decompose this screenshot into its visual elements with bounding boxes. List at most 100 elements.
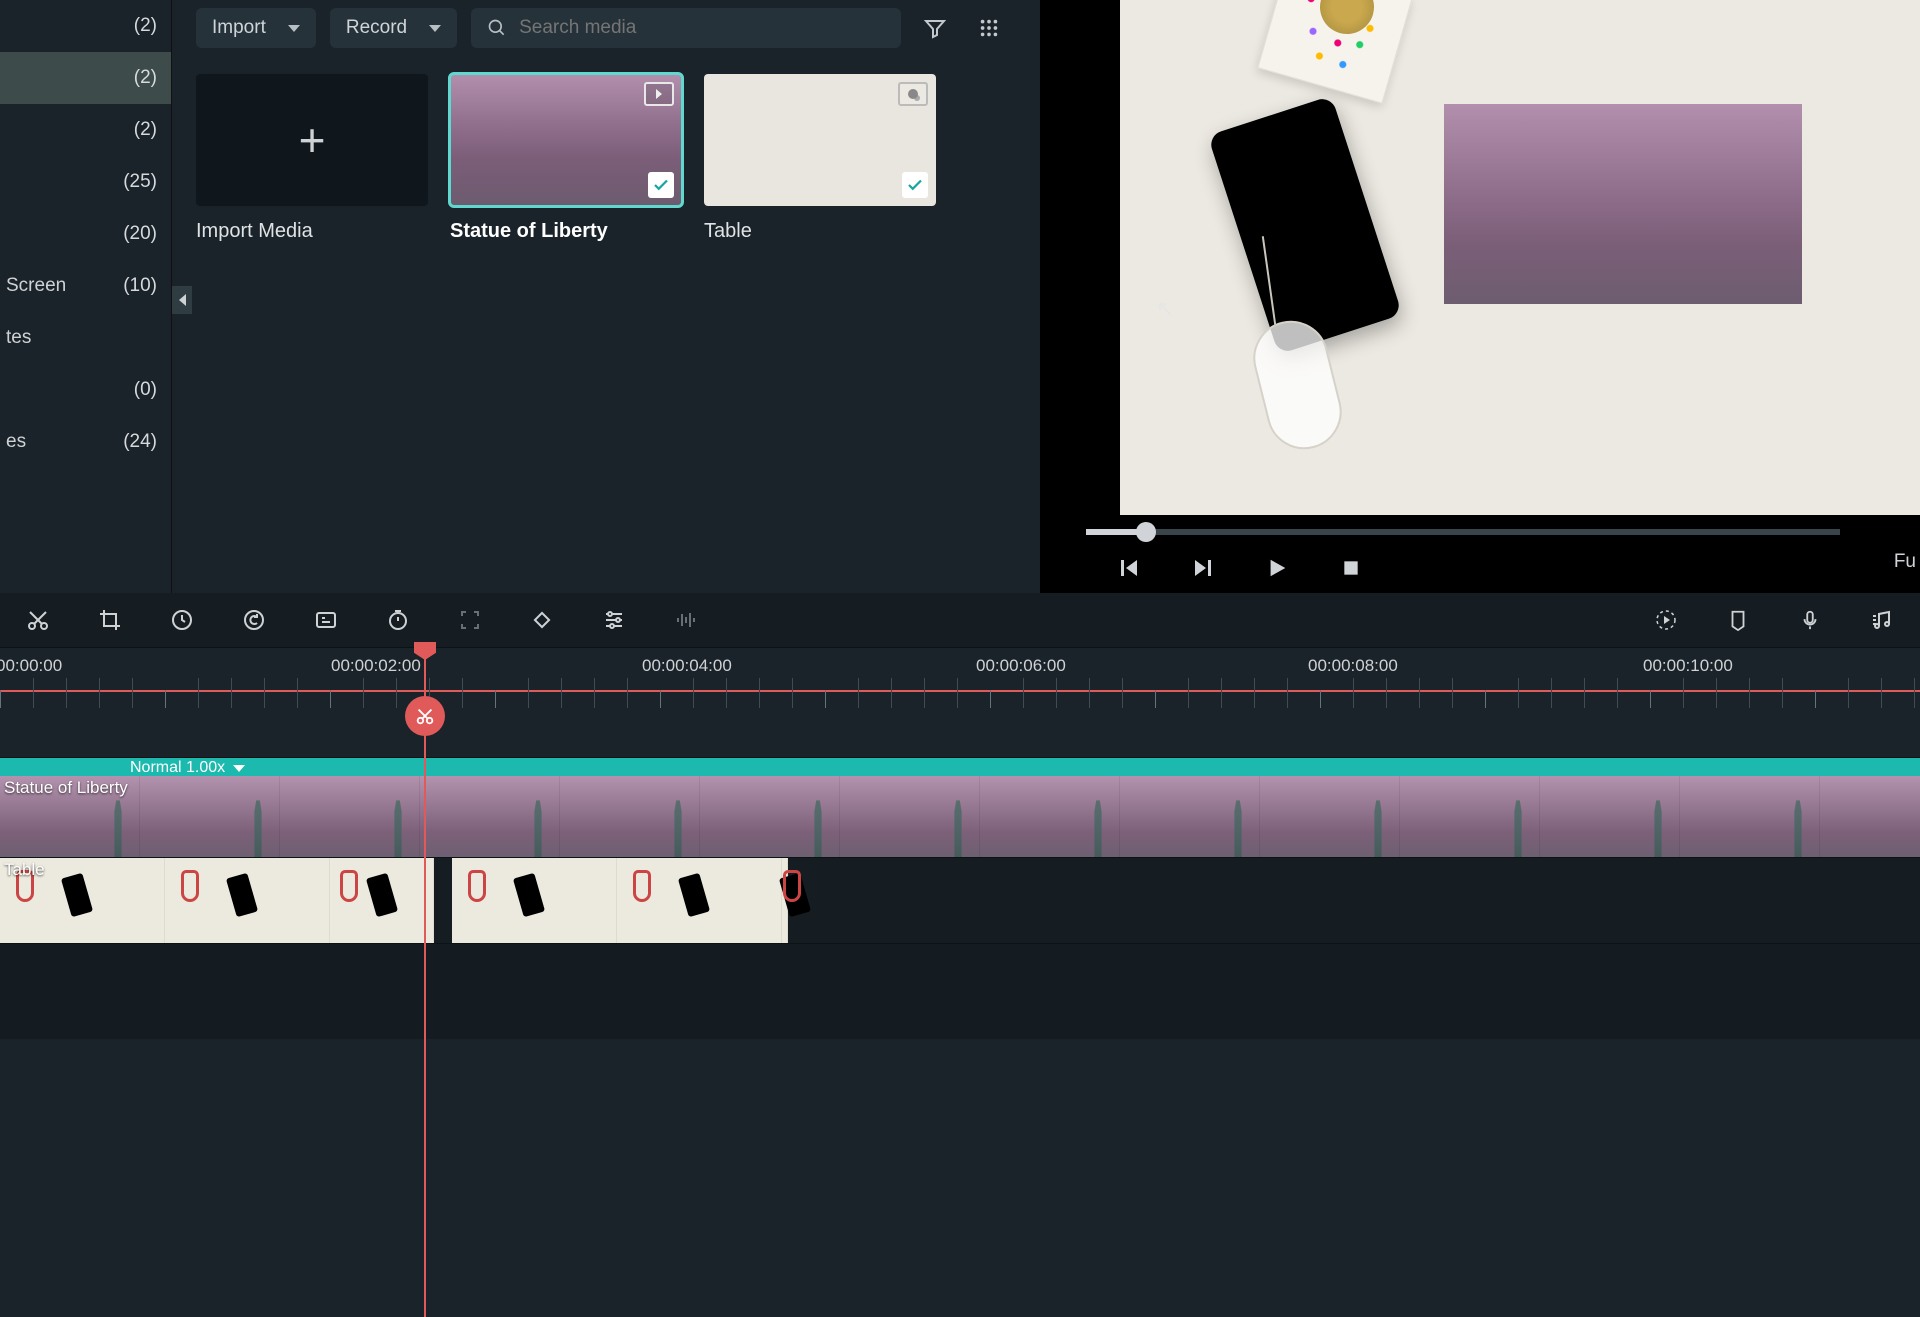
ruler-label: 00:00:02:00: [331, 656, 421, 676]
clip-body-table[interactable]: Table: [0, 858, 1920, 943]
grid-view-button[interactable]: [969, 8, 1009, 48]
timeline-ruler[interactable]: 00:00:00 00:00:02:00 00:00:04:00 00:00:0…: [0, 647, 1920, 757]
ruler-tick: [99, 678, 100, 708]
ruler-tick: [363, 678, 364, 708]
ruler-label: 00:00:10:00: [1643, 656, 1733, 676]
sidebar-item-4[interactable]: (20): [0, 208, 171, 260]
ruler-tick: [1518, 678, 1519, 708]
next-frame-button[interactable]: [1188, 553, 1218, 583]
voiceover-tool[interactable]: [1796, 606, 1824, 634]
collapse-sidebar-button[interactable]: [172, 286, 192, 314]
ruler-tick: [1749, 678, 1750, 708]
focus-tool[interactable]: [456, 606, 484, 634]
sidebar-item-7[interactable]: (0): [0, 364, 171, 416]
ruler-tick: [1188, 678, 1189, 708]
ruler-tick: [1848, 678, 1849, 708]
preview-canvas[interactable]: ↖: [1120, 0, 1920, 515]
render-tool[interactable]: [1652, 606, 1680, 634]
preview-pip-statue[interactable]: [1444, 104, 1802, 304]
ruler-tick: [165, 690, 166, 708]
ruler-tick: [66, 678, 67, 708]
sidebar-item-3[interactable]: (25): [0, 156, 171, 208]
clip-frame: [330, 858, 434, 943]
ruler-tick: [1551, 678, 1552, 708]
search-icon: [487, 18, 507, 38]
audio-tool[interactable]: [672, 606, 700, 634]
ruler-tick: [792, 678, 793, 708]
clip-gap: [434, 858, 452, 943]
sidebar-item-2[interactable]: (2): [0, 104, 171, 156]
track-empty[interactable]: [0, 943, 1920, 1039]
media-card-import[interactable]: + Import Media: [196, 74, 428, 243]
ruler-tick: [726, 678, 727, 708]
ruler-tick: [528, 678, 529, 708]
clip-speed-badge[interactable]: Normal 1.00x: [130, 759, 245, 777]
search-input[interactable]: [519, 17, 885, 39]
sidebar-item-1[interactable]: (2): [0, 52, 171, 104]
prev-frame-button[interactable]: [1114, 553, 1144, 583]
fullscreen-label[interactable]: Fu: [1894, 551, 1916, 573]
media-label: Import Media: [196, 220, 428, 243]
ruler-label: 00:00:06:00: [976, 656, 1066, 676]
reverse-tool[interactable]: [240, 606, 268, 634]
track-video-2[interactable]: Table: [0, 857, 1920, 943]
marker-tool[interactable]: [1724, 606, 1752, 634]
playhead-cut-handle[interactable]: [405, 696, 445, 736]
ruler-label: 00:00:08:00: [1308, 656, 1398, 676]
sidebar-item-screen[interactable]: Screen(10): [0, 260, 171, 312]
audio-mixer-tool[interactable]: [1868, 606, 1896, 634]
keyframe-tool[interactable]: [528, 606, 556, 634]
checked-icon: [902, 172, 928, 198]
playhead[interactable]: [424, 648, 426, 1317]
ruler-tick: [1452, 678, 1453, 708]
crop-tool[interactable]: [96, 606, 124, 634]
filter-button[interactable]: [915, 8, 955, 48]
ruler-tick: [1155, 690, 1156, 708]
ruler-label: 00:00:04:00: [642, 656, 732, 676]
clip-frame: [1540, 776, 1680, 857]
clip-frame: [452, 858, 617, 943]
media-card-statue[interactable]: Statue of Liberty: [450, 74, 682, 243]
ruler-tick: [495, 690, 496, 708]
stop-button[interactable]: [1336, 553, 1366, 583]
import-dropdown[interactable]: Import: [196, 8, 316, 48]
media-thumb-statue[interactable]: [450, 74, 682, 206]
clip-body-statue[interactable]: Statue of Liberty: [0, 776, 1920, 857]
ruler-tick: [0, 690, 1, 708]
search-box[interactable]: [471, 8, 901, 48]
cut-tool[interactable]: [24, 606, 52, 634]
clip-segment[interactable]: [0, 858, 434, 943]
media-card-table[interactable]: Table: [704, 74, 936, 243]
checked-icon: [648, 172, 674, 198]
ruler-tick: [396, 678, 397, 708]
play-button[interactable]: [1262, 553, 1292, 583]
ruler-tick: [198, 678, 199, 708]
caption-tool[interactable]: [312, 606, 340, 634]
track-video-1[interactable]: Freeze Frame Normal 1.00x Statue of Libe…: [0, 757, 1920, 857]
ruler-tick: [660, 690, 661, 708]
sidebar-item-0[interactable]: (2): [0, 0, 171, 52]
ruler-tick: [1089, 678, 1090, 708]
import-media-tile[interactable]: +: [196, 74, 428, 206]
ruler-tick: [1320, 690, 1321, 708]
ruler-tick: [825, 690, 826, 708]
adjust-tool[interactable]: [600, 606, 628, 634]
speed-tool[interactable]: [168, 606, 196, 634]
ruler-tick: [231, 678, 232, 708]
ruler-tick: [297, 678, 298, 708]
clip-segment[interactable]: [452, 858, 788, 943]
ruler-tick: [1023, 678, 1024, 708]
ruler-tick: [1485, 690, 1486, 708]
clip-frame: [560, 776, 700, 857]
media-thumb-table[interactable]: [704, 74, 936, 206]
record-dropdown[interactable]: Record: [330, 8, 457, 48]
sidebar-item-8[interactable]: es(24): [0, 416, 171, 468]
media-panel: Import Record + Import Media: [172, 0, 1040, 593]
preview-progress[interactable]: [1086, 529, 1840, 535]
timer-tool[interactable]: [384, 606, 412, 634]
clip-frame: [617, 858, 782, 943]
ruler-tick: [759, 678, 760, 708]
sidebar-item-6[interactable]: tes: [0, 312, 171, 364]
ruler-tick: [1617, 678, 1618, 708]
filter-icon: [923, 16, 947, 40]
